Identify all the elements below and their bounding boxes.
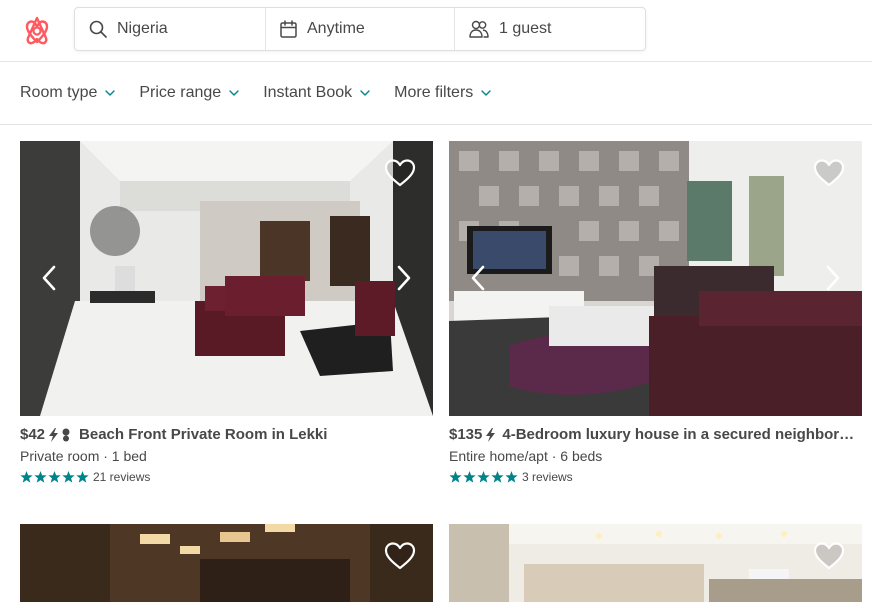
instant-book-icon: [49, 427, 59, 442]
star-icon: [505, 471, 518, 483]
star-icon: [34, 471, 47, 483]
guests-field[interactable]: 1 guest: [455, 8, 645, 50]
rating-stars: [20, 471, 90, 483]
star-icon: [62, 471, 75, 483]
location-search-field[interactable]: Nigeria: [75, 8, 266, 50]
save-heart-icon[interactable]: [812, 540, 846, 572]
star-icon: [449, 471, 462, 483]
airbnb-logo-icon[interactable]: [20, 12, 54, 48]
chevron-down-icon: [105, 90, 116, 96]
listing-photo[interactable]: [449, 141, 862, 416]
filter-label: Price range: [139, 84, 222, 101]
chevron-down-icon: [229, 90, 239, 96]
filter-price-range[interactable]: Price range: [139, 84, 239, 102]
listing-badges: [486, 427, 496, 442]
listing-card[interactable]: $135 4-Bedroom luxury house in a secured…: [449, 141, 862, 484]
next-photo-arrow-icon[interactable]: [822, 264, 844, 292]
rating-stars: [449, 471, 519, 483]
listing-photo-image: [20, 141, 433, 416]
filter-room-type[interactable]: Room type: [20, 84, 116, 102]
listing-rating: 21 reviews: [20, 470, 433, 484]
listing-headline: $42 Beach Front Private Room in Lekki: [20, 426, 433, 443]
save-heart-icon[interactable]: [383, 157, 417, 189]
filter-label: Instant Book: [263, 84, 353, 101]
location-value: Nigeria: [117, 20, 168, 37]
instant-book-icon: [486, 427, 496, 442]
listing-badges: [49, 427, 72, 442]
chevron-down-icon: [360, 90, 370, 96]
dates-value: Anytime: [307, 20, 365, 37]
search-icon: [89, 20, 107, 38]
top-header: Nigeria Anytime 1 guest: [0, 0, 872, 62]
listing-card[interactable]: $42 Beach Front Private Room in Lekki Pr…: [20, 141, 433, 484]
star-icon: [463, 471, 476, 483]
filter-label: More filters: [394, 84, 474, 101]
star-icon: [76, 471, 89, 483]
listing-photo[interactable]: [449, 524, 862, 602]
filter-more-filters[interactable]: More filters: [394, 84, 491, 102]
search-bar: Nigeria Anytime 1 guest: [74, 7, 646, 51]
listing-title[interactable]: 4-Bedroom luxury house in a secured neig…: [502, 426, 862, 443]
star-icon: [48, 471, 61, 483]
guests-icon: [469, 20, 489, 38]
star-icon: [20, 471, 33, 483]
listing-photo-image: [20, 524, 433, 602]
listing-subtitle: Private room · 1 bed: [20, 448, 147, 464]
listing-subtitle: Entire home/apt · 6 beds: [449, 448, 603, 464]
save-heart-icon[interactable]: [383, 540, 417, 572]
guests-value: 1 guest: [499, 20, 552, 37]
save-heart-icon[interactable]: [812, 157, 846, 189]
previous-photo-arrow-icon[interactable]: [467, 264, 489, 292]
listing-price: $135: [449, 426, 483, 443]
listing-price: $42: [20, 426, 46, 443]
dates-field[interactable]: Anytime: [266, 8, 455, 50]
calendar-icon: [280, 20, 297, 38]
chevron-down-icon: [481, 90, 491, 96]
listing-headline: $135 4-Bedroom luxury house in a secured…: [449, 426, 862, 443]
listing-photo[interactable]: [20, 141, 433, 416]
listing-card[interactable]: [20, 524, 433, 602]
star-icon: [477, 471, 490, 483]
star-icon: [491, 471, 504, 483]
listing-photo-image: [449, 524, 862, 602]
listing-rating: 3 reviews: [449, 470, 862, 484]
review-count: 21 reviews: [93, 470, 151, 484]
superhost-icon: [62, 428, 70, 441]
review-count: 3 reviews: [522, 470, 573, 484]
filter-instant-book[interactable]: Instant Book: [263, 84, 370, 102]
previous-photo-arrow-icon[interactable]: [38, 264, 60, 292]
next-photo-arrow-icon[interactable]: [393, 264, 415, 292]
filter-bar: Room type Price range Instant Book More …: [0, 62, 872, 125]
listing-photo[interactable]: [20, 524, 433, 602]
listing-title[interactable]: Beach Front Private Room in Lekki: [79, 426, 327, 443]
listing-photo-image: [449, 141, 862, 416]
listing-card[interactable]: [449, 524, 862, 602]
filter-label: Room type: [20, 84, 98, 101]
